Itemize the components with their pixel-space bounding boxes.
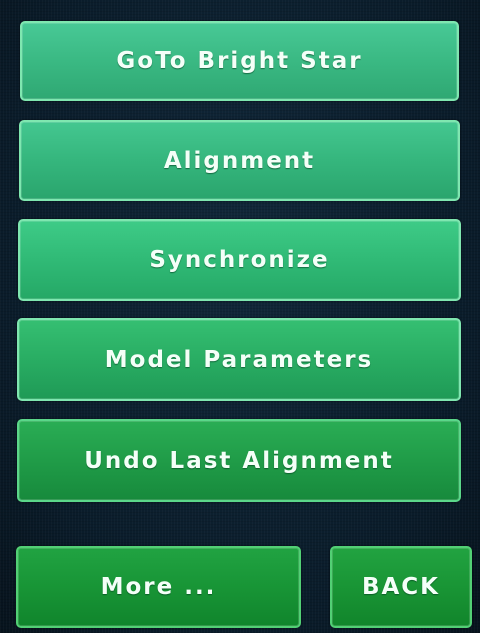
- alignment-label: Alignment: [163, 147, 316, 174]
- alignment-button[interactable]: Alignment: [19, 120, 460, 201]
- goto-bright-star-button[interactable]: GoTo Bright Star: [20, 21, 459, 101]
- model-parameters-label: Model Parameters: [104, 346, 374, 373]
- back-button[interactable]: BACK: [330, 546, 472, 628]
- undo-last-alignment-label: Undo Last Alignment: [84, 447, 394, 474]
- more-label: More ...: [100, 574, 217, 600]
- goto-bright-star-label: GoTo Bright Star: [116, 48, 363, 74]
- synchronize-button[interactable]: Synchronize: [18, 219, 461, 301]
- synchronize-label: Synchronize: [149, 247, 330, 273]
- model-parameters-button[interactable]: Model Parameters: [17, 318, 461, 401]
- undo-last-alignment-button[interactable]: Undo Last Alignment: [17, 419, 461, 502]
- alignment-menu-screen: GoTo Bright Star Alignment Synchronize M…: [0, 0, 480, 633]
- back-label: BACK: [361, 574, 441, 600]
- more-button[interactable]: More ...: [16, 546, 301, 628]
